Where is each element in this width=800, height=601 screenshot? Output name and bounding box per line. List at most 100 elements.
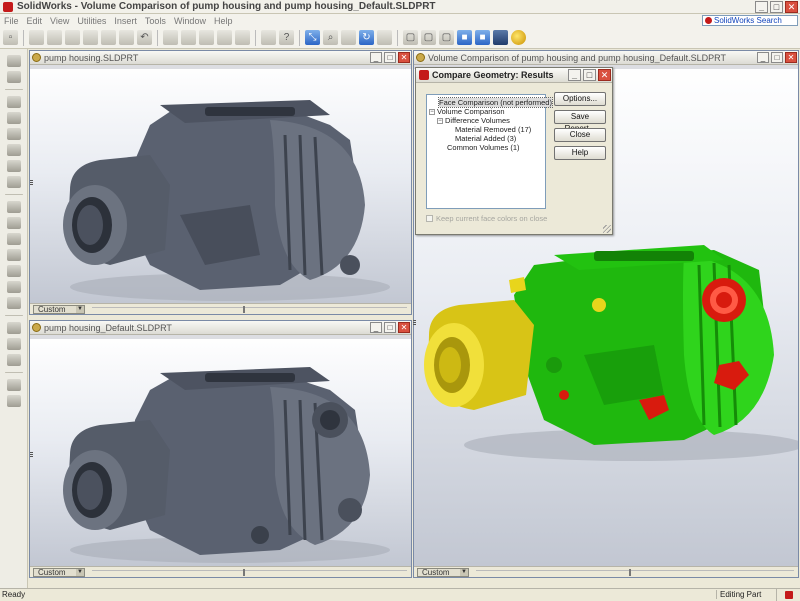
feature-tool-icon[interactable]: [6, 338, 21, 350]
feature-tool-icon[interactable]: [6, 265, 21, 277]
feature-tool-icon[interactable]: [6, 160, 21, 172]
3d-sketch-icon[interactable]: [235, 30, 250, 45]
zoom-area-icon[interactable]: ⌕: [323, 30, 338, 45]
feature-tool-icon[interactable]: [6, 322, 21, 334]
close-dialog-button[interactable]: Close: [554, 128, 606, 142]
standard-views-icon[interactable]: [377, 30, 392, 45]
feature-tool-icon[interactable]: [6, 144, 21, 156]
view-orientation-select[interactable]: Custom ▼: [33, 567, 85, 577]
scroll-thumb[interactable]: [243, 569, 246, 576]
feature-tool-icon[interactable]: [6, 395, 21, 407]
horizontal-scrollbar[interactable]: [92, 306, 407, 313]
help-icon[interactable]: ?: [279, 30, 294, 45]
scroll-thumb[interactable]: [243, 306, 246, 313]
menu-help[interactable]: Help: [214, 16, 233, 26]
collapse-icon[interactable]: −: [437, 118, 443, 125]
menu-window[interactable]: Window: [174, 16, 206, 26]
menu-insert[interactable]: Insert: [114, 16, 137, 26]
horizontal-scrollbar[interactable]: [476, 569, 794, 576]
zoom-to-fit-icon[interactable]: ⤡: [305, 30, 320, 45]
print-preview-icon[interactable]: [83, 30, 98, 45]
feature-tool-icon[interactable]: [6, 233, 21, 245]
resize-grip[interactable]: [603, 225, 611, 233]
feature-tool-icon[interactable]: [6, 176, 21, 188]
feature-tool-icon[interactable]: [6, 354, 21, 366]
close-button[interactable]: ✕: [398, 322, 410, 333]
rebuild-icon[interactable]: [163, 30, 178, 45]
new-document-icon[interactable]: ▫: [3, 30, 18, 45]
tree-item-difference-volumes[interactable]: − Difference Volumes: [427, 116, 545, 125]
feature-tool-icon[interactable]: [6, 112, 21, 124]
minimize-button[interactable]: _: [370, 322, 382, 333]
minimize-button[interactable]: _: [755, 1, 768, 13]
maximize-button[interactable]: □: [384, 52, 396, 63]
select-icon[interactable]: [199, 30, 214, 45]
undo-icon[interactable]: ↶: [137, 30, 152, 45]
horizontal-scrollbar[interactable]: [92, 569, 407, 576]
help-button[interactable]: Help: [554, 146, 606, 160]
menu-edit[interactable]: Edit: [27, 16, 43, 26]
feature-tool-icon[interactable]: [6, 281, 21, 293]
feature-tool-icon[interactable]: [6, 55, 21, 67]
zoom-in-out-icon[interactable]: [341, 30, 356, 45]
rebuild-status-icon[interactable]: [776, 588, 800, 601]
menu-file[interactable]: File: [4, 16, 19, 26]
feature-tool-icon[interactable]: [6, 297, 21, 309]
menu-view[interactable]: View: [50, 16, 69, 26]
hidden-lines-visible-icon[interactable]: ▢: [421, 30, 436, 45]
graphics-area[interactable]: [30, 65, 411, 303]
split-grip[interactable]: [30, 180, 33, 186]
minimize-button[interactable]: _: [370, 52, 382, 63]
rotate-view-icon[interactable]: ↻: [359, 30, 374, 45]
view-orientation-select[interactable]: Custom ▼: [33, 304, 85, 314]
maximize-button[interactable]: □: [384, 322, 396, 333]
tree-item-common-volumes[interactable]: Common Volumes (1): [427, 143, 545, 152]
shaded-icon[interactable]: ■: [475, 30, 490, 45]
minimize-button[interactable]: _: [757, 52, 769, 63]
feature-tool-icon[interactable]: [6, 249, 21, 261]
maximize-button[interactable]: □: [771, 52, 783, 63]
graphics-area[interactable]: [30, 335, 411, 566]
print-icon[interactable]: [65, 30, 80, 45]
split-grip[interactable]: [413, 320, 416, 326]
tree-item-material-removed[interactable]: Material Removed (17): [427, 125, 545, 134]
scroll-thumb[interactable]: [628, 569, 631, 576]
tree-item-face-comparison[interactable]: Face Comparison (not performed): [427, 97, 553, 108]
split-grip[interactable]: [30, 452, 33, 458]
feature-tool-icon[interactable]: [6, 217, 21, 229]
feature-tool-icon[interactable]: [6, 71, 21, 83]
feature-tool-icon[interactable]: [6, 379, 21, 391]
close-button[interactable]: ✕: [785, 52, 797, 63]
wireframe-icon[interactable]: ▢: [403, 30, 418, 45]
tree-item-material-added[interactable]: Material Added (3): [427, 134, 545, 143]
menu-tools[interactable]: Tools: [145, 16, 166, 26]
minimize-button[interactable]: _: [568, 69, 581, 81]
hidden-lines-removed-icon[interactable]: ▢: [439, 30, 454, 45]
solidworks-search-input[interactable]: SolidWorks Search: [702, 15, 798, 26]
feature-tool-icon[interactable]: [6, 96, 21, 108]
maximize-button[interactable]: □: [583, 69, 596, 81]
feature-tool-icon[interactable]: [6, 128, 21, 140]
grid-icon[interactable]: [261, 30, 276, 45]
close-button[interactable]: ✕: [398, 52, 410, 63]
collapse-icon[interactable]: −: [429, 109, 435, 116]
sketch-icon[interactable]: [217, 30, 232, 45]
save-icon[interactable]: [47, 30, 62, 45]
shaded-with-edges-icon[interactable]: ■: [457, 30, 472, 45]
cut-icon[interactable]: [101, 30, 116, 45]
menu-utilities[interactable]: Utilities: [77, 16, 106, 26]
checkbox-icon[interactable]: [426, 215, 433, 222]
realview-icon[interactable]: [511, 30, 526, 45]
feature-tool-icon[interactable]: [6, 201, 21, 213]
tree-item-volume-comparison[interactable]: − Volume Comparison: [427, 107, 545, 116]
close-button[interactable]: ✕: [598, 69, 611, 81]
options-icon[interactable]: [181, 30, 196, 45]
keep-colors-checkbox[interactable]: Keep current face colors on close: [426, 214, 547, 223]
maximize-button[interactable]: □: [770, 1, 783, 13]
view-orientation-select[interactable]: Custom ▼: [417, 567, 469, 577]
save-report-button[interactable]: Save Report...: [554, 110, 606, 133]
open-icon[interactable]: [29, 30, 44, 45]
close-button[interactable]: ✕: [785, 1, 798, 13]
copy-icon[interactable]: [119, 30, 134, 45]
options-button[interactable]: Options...: [554, 92, 606, 106]
